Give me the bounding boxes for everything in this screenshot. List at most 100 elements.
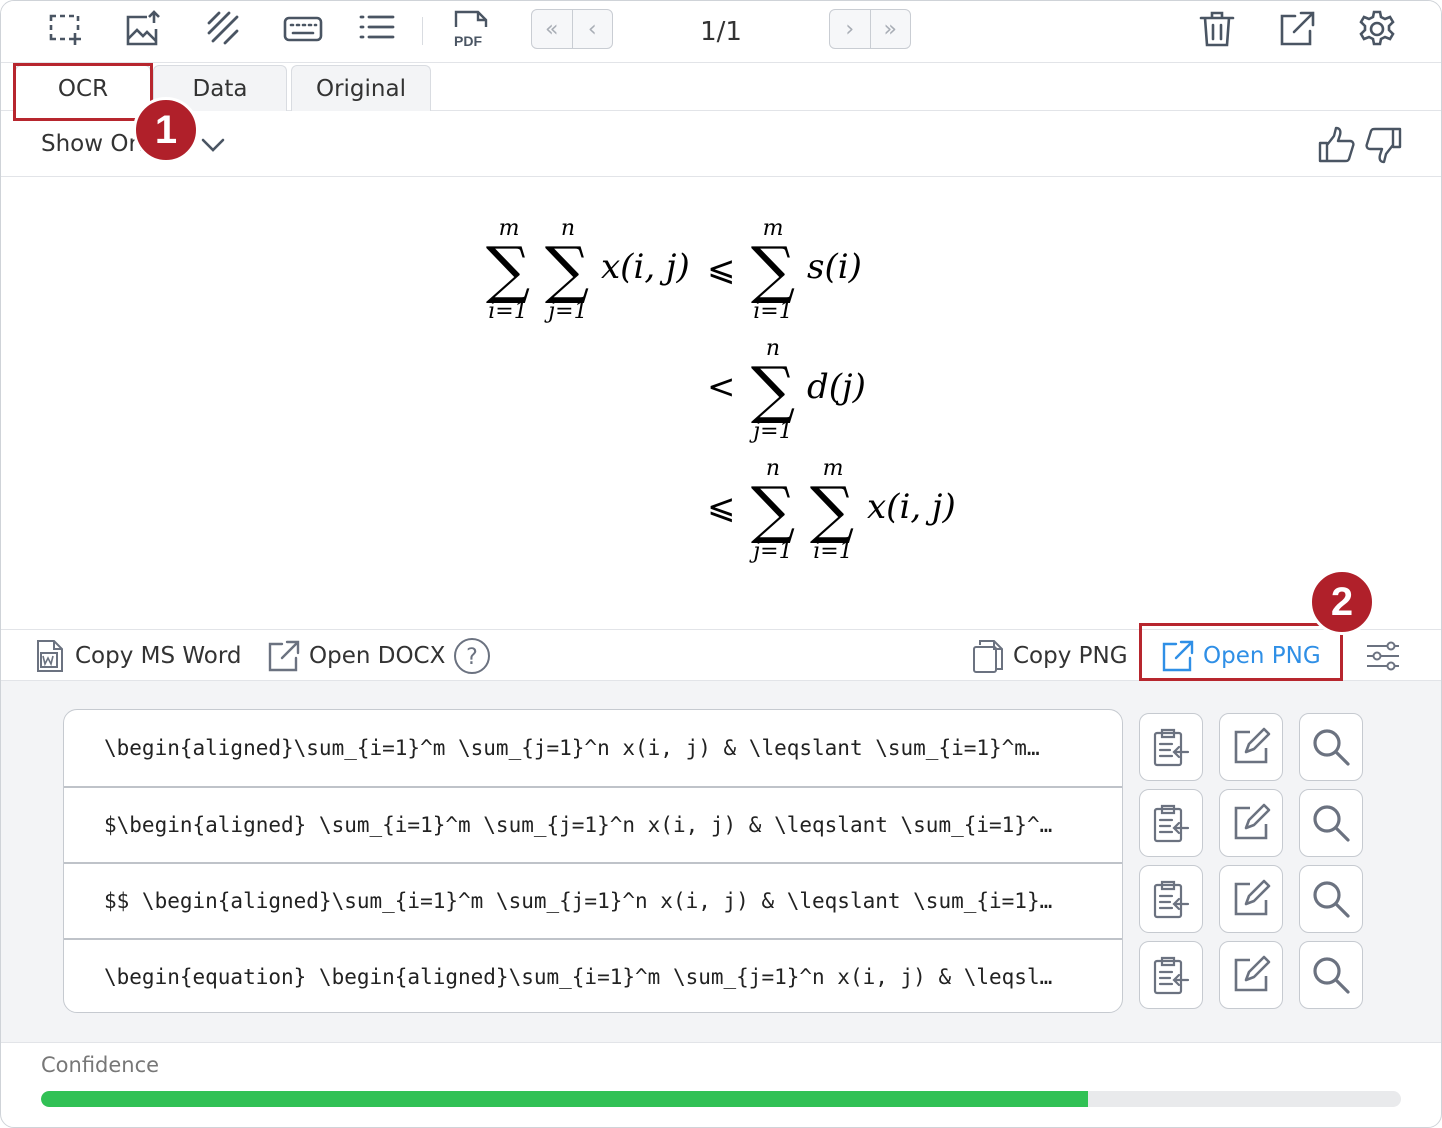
open-docx-button[interactable]: Open DOCX <box>267 638 445 674</box>
thumbs-down-icon[interactable] <box>1363 125 1403 165</box>
edit-button[interactable] <box>1219 789 1283 857</box>
pdf-icon[interactable]: PDF <box>451 9 491 49</box>
search-button[interactable] <box>1299 941 1363 1009</box>
word-doc-icon <box>37 640 63 672</box>
lower-limit: i=1 <box>813 539 852 564</box>
copy-to-clipboard-button[interactable] <box>1139 941 1203 1009</box>
pdf-icon-text: PDF <box>454 33 482 49</box>
copy-to-clipboard-button[interactable] <box>1139 865 1203 933</box>
copy-png-button[interactable]: Copy PNG <box>971 638 1128 674</box>
copy-to-clipboard-icon <box>1153 804 1190 843</box>
pager-forward-group: › » <box>829 9 911 49</box>
tab-original-label: Original <box>315 75 406 102</box>
edit-button[interactable] <box>1219 865 1283 933</box>
chevron-down-icon[interactable] <box>199 131 227 159</box>
toolbar: PDF « ‹ 1/1 › » <box>1 1 1441 63</box>
latex-result-text: $\begin{aligned} \sum_{i=1}^m \sum_{j=1}… <box>104 813 1053 837</box>
search-icon <box>1313 805 1350 842</box>
copy-to-clipboard-button[interactable] <box>1139 789 1203 857</box>
edit-icon <box>1234 727 1271 764</box>
thumbs-up-icon[interactable] <box>1317 125 1357 165</box>
sum-symbol: ∑ <box>751 353 795 426</box>
copy-ms-word-label: Copy MS Word <box>75 643 242 669</box>
copy-to-clipboard-button[interactable] <box>1139 713 1203 781</box>
latex-result-row[interactable]: $$ \begin{aligned}\sum_{i=1}^m \sum_{j=1… <box>64 862 1122 938</box>
lower-limit: j=1 <box>543 299 587 324</box>
search-icon <box>1313 957 1350 994</box>
term-xij: x(i, j) <box>867 487 956 527</box>
handwriting-icon[interactable] <box>203 9 243 49</box>
edit-icon <box>1234 955 1271 992</box>
tab-bar: OCR Data Original <box>1 63 1441 111</box>
lower-limit: i=1 <box>488 299 527 324</box>
lower-limit: j=1 <box>748 419 792 444</box>
page-indicator: 1/1 <box>700 17 742 47</box>
sum-symbol: ∑ <box>486 233 530 306</box>
trash-icon[interactable] <box>1197 9 1237 49</box>
sum-symbol: ∑ <box>751 233 795 306</box>
annotation-highlight-open-png <box>1139 623 1343 681</box>
annotation-highlight-ocr-tab <box>13 63 153 121</box>
select-region-icon[interactable] <box>45 9 85 49</box>
search-button[interactable] <box>1299 713 1363 781</box>
copy-png-label: Copy PNG <box>1013 643 1128 669</box>
copy-to-clipboard-icon <box>1153 728 1190 767</box>
latex-result-row[interactable]: $\begin{aligned} \sum_{i=1}^m \sum_{j=1}… <box>64 786 1122 862</box>
formula-preview: m ∑ i=1 n ∑ j=1 x(i, j) ⩽ m ∑ i=1 s(i) <… <box>1 177 1441 629</box>
confidence-bar <box>41 1091 1401 1107</box>
edit-icon <box>1234 803 1271 840</box>
latex-result-row[interactable]: \begin{equation} \begin{aligned}\sum_{i=… <box>64 938 1122 1012</box>
confidence-label: Confidence <box>41 1053 160 1077</box>
sum-symbol: ∑ <box>810 473 854 546</box>
annotation-badge-2: 2 <box>1309 569 1375 635</box>
settings-icon[interactable] <box>1357 9 1397 49</box>
copy-icon <box>973 640 1003 673</box>
sum-symbol: ∑ <box>545 233 589 306</box>
toolbar-separator <box>422 17 423 45</box>
confidence-bar-fill <box>41 1091 1089 1107</box>
sliders-icon <box>1367 641 1399 671</box>
pager-back-group: « ‹ <box>531 9 613 49</box>
keyboard-icon[interactable] <box>283 9 323 49</box>
help-icon: ? <box>454 638 490 674</box>
format-settings-button[interactable] <box>1365 638 1401 674</box>
search-icon <box>1313 729 1350 766</box>
latex-result-text: \begin{equation} \begin{aligned}\sum_{i=… <box>104 965 1053 989</box>
tab-data-label: Data <box>192 75 248 102</box>
formula-svg: m ∑ i=1 n ∑ j=1 x(i, j) ⩽ m ∑ i=1 s(i) <… <box>486 216 956 564</box>
edit-icon <box>1234 879 1271 916</box>
help-icon-text: ? <box>466 645 478 670</box>
first-page-button[interactable]: « <box>532 10 572 48</box>
search-icon <box>1313 881 1350 918</box>
sum-symbol: ∑ <box>751 473 795 546</box>
search-button[interactable] <box>1299 789 1363 857</box>
search-button[interactable] <box>1299 865 1363 933</box>
latex-results-list: \begin{aligned}\sum_{i=1}^m \sum_{j=1}^n… <box>63 709 1123 1013</box>
next-page-button[interactable]: › <box>830 10 870 48</box>
copy-ms-word-button[interactable]: Copy MS Word <box>33 638 242 674</box>
edit-button[interactable] <box>1219 713 1283 781</box>
show-original-label[interactable]: Show Ori <box>41 131 144 157</box>
prev-page-button[interactable]: ‹ <box>571 10 613 48</box>
annotation-badge-1: 1 <box>133 97 199 163</box>
latex-result-row[interactable]: \begin{aligned}\sum_{i=1}^m \sum_{j=1}^n… <box>64 710 1122 786</box>
leq-symbol: ⩽ <box>707 487 736 527</box>
app-window: PDF « ‹ 1/1 › » OCR Data Original Show O… <box>0 0 1442 1128</box>
tab-original[interactable]: Original <box>291 65 431 111</box>
list-icon[interactable] <box>357 9 397 49</box>
show-original-row: Show Ori <box>1 111 1441 177</box>
copy-to-clipboard-icon <box>1153 880 1190 919</box>
lower-limit: j=1 <box>748 539 792 564</box>
term-xij: x(i, j) <box>601 247 690 287</box>
last-page-button[interactable]: » <box>869 10 911 48</box>
latex-result-text: \begin{aligned}\sum_{i=1}^m \sum_{j=1}^n… <box>104 736 1040 760</box>
upload-image-icon[interactable] <box>123 9 163 49</box>
lower-limit: i=1 <box>753 299 792 324</box>
open-external-icon[interactable] <box>1277 9 1317 49</box>
help-button[interactable]: ? <box>453 638 491 674</box>
edit-button[interactable] <box>1219 941 1283 1009</box>
lt-symbol: < <box>707 367 736 407</box>
latex-results-section: \begin{aligned}\sum_{i=1}^m \sum_{j=1}^n… <box>1 681 1441 1043</box>
term-dj: d(j) <box>807 367 866 407</box>
open-external-icon <box>268 640 300 672</box>
